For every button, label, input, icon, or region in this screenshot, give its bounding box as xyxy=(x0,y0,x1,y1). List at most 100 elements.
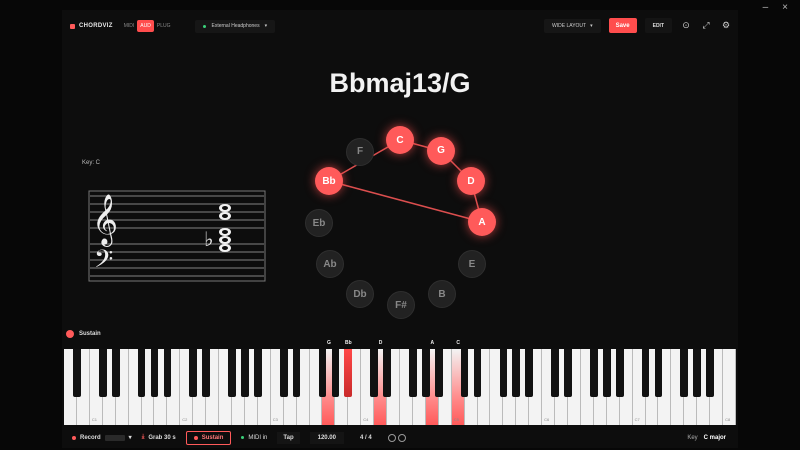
cof-note-fsharp[interactable]: F# xyxy=(387,291,415,319)
bass-clef-icon: 𝄢 xyxy=(94,245,113,280)
bottom-bar: Record ▾ ⤓ Grab 30 s Sustain MIDI in Tap… xyxy=(62,427,738,448)
minimize-button[interactable]: – xyxy=(763,2,769,13)
octave-label: C4 xyxy=(363,417,369,422)
cof-note-b[interactable]: B xyxy=(428,280,456,308)
audio-device-select[interactable]: External Headphones ▾ xyxy=(195,19,276,33)
mode-plug-button[interactable]: PLUG xyxy=(154,20,174,32)
cof-note-db[interactable]: Db xyxy=(346,280,374,308)
black-key[interactable] xyxy=(460,349,469,397)
brand: CHORDVIZ xyxy=(70,23,113,29)
save-button[interactable]: Save xyxy=(608,18,637,33)
black-key[interactable] xyxy=(344,349,353,397)
edit-button[interactable]: EDIT xyxy=(644,18,672,33)
gear-icon[interactable]: ⚙ xyxy=(720,20,732,32)
black-key[interactable] xyxy=(602,349,611,397)
download-icon: ⤓ xyxy=(141,434,145,440)
black-key[interactable] xyxy=(318,349,327,397)
black-key[interactable] xyxy=(292,349,301,397)
fullscreen-icon[interactable]: ⤢ xyxy=(700,20,712,32)
black-key[interactable] xyxy=(615,349,624,397)
black-key[interactable] xyxy=(680,349,689,397)
black-key[interactable] xyxy=(473,349,482,397)
black-key[interactable] xyxy=(189,349,198,397)
cof-note-eb[interactable]: Eb xyxy=(305,209,333,237)
black-key[interactable] xyxy=(589,349,598,397)
cof-note-a[interactable]: A xyxy=(468,208,496,236)
metronome-indicator[interactable] xyxy=(387,433,406,442)
black-key[interactable] xyxy=(525,349,534,397)
octave-label: C3 xyxy=(272,417,278,422)
black-key[interactable] xyxy=(241,349,249,397)
black-key[interactable] xyxy=(499,349,508,397)
cof-note-f[interactable]: F xyxy=(346,137,374,166)
black-key[interactable] xyxy=(383,349,391,397)
black-key[interactable] xyxy=(163,349,172,397)
black-key[interactable] xyxy=(434,349,443,397)
record-target-icon[interactable]: ⊙ xyxy=(680,20,692,32)
octave-label: C5 xyxy=(453,417,459,422)
record-button[interactable]: Record ▾ xyxy=(72,434,132,441)
black-key[interactable] xyxy=(331,349,340,397)
black-key[interactable] xyxy=(98,349,107,397)
sustain-label: Sustain xyxy=(79,331,101,337)
white-key[interactable]: C8 xyxy=(723,349,736,425)
mode-midi-button[interactable]: MIDI xyxy=(121,20,138,32)
black-key[interactable] xyxy=(641,349,650,397)
midi-in-toggle[interactable]: MIDI in xyxy=(241,435,267,441)
black-key[interactable] xyxy=(370,349,379,397)
key-label: Key xyxy=(687,434,698,441)
beat-circle-icon xyxy=(397,433,406,442)
close-button[interactable]: × xyxy=(782,2,788,13)
flat-accidental-icon: ♭ xyxy=(204,227,213,251)
pressed-note-label: G xyxy=(326,340,331,346)
pressed-note-label: A xyxy=(430,340,435,346)
pressed-note-label: Bb xyxy=(344,340,352,346)
black-key[interactable] xyxy=(409,349,417,397)
black-key[interactable] xyxy=(279,349,288,397)
octave-label: C1 xyxy=(91,417,97,422)
beat-circle-icon xyxy=(387,433,396,442)
black-key[interactable] xyxy=(137,349,146,397)
midi-status-icon xyxy=(241,436,245,439)
grand-staff: 𝄞 𝄢 ♭ xyxy=(88,190,266,282)
time-signature[interactable]: 4 / 4 xyxy=(354,432,378,444)
mode-aud-button[interactable]: AUD xyxy=(137,20,154,32)
black-key[interactable] xyxy=(202,349,211,397)
sustain-button-label: Sustain xyxy=(201,434,224,441)
top-bar: CHORDVIZ MIDI AUD PLUG External Headphon… xyxy=(62,14,738,38)
layout-select[interactable]: WIDE LAYOUT ▾ xyxy=(544,18,601,33)
sustain-button[interactable]: Sustain xyxy=(185,430,232,445)
key-display[interactable]: Key C major xyxy=(687,435,726,441)
black-key[interactable] xyxy=(253,349,262,397)
midi-in-label: MIDI in xyxy=(248,434,268,441)
pressed-note-label: C xyxy=(456,340,460,346)
black-key[interactable] xyxy=(693,349,702,397)
black-key[interactable] xyxy=(228,349,236,397)
grab-label: Grab 30 s xyxy=(148,434,176,441)
chord-name: Bbmaj13/G xyxy=(329,68,471,98)
cof-note-d[interactable]: D xyxy=(457,167,485,195)
octave-label: C6 xyxy=(544,417,550,422)
black-key[interactable] xyxy=(564,349,572,397)
bpm-field[interactable]: 120.00 xyxy=(309,431,344,444)
grab-button[interactable]: ⤓ Grab 30 s xyxy=(142,434,176,441)
black-key[interactable] xyxy=(111,349,120,397)
brand-name: CHORDVIZ xyxy=(79,23,113,29)
treble-clef-icon: 𝄞 xyxy=(92,194,118,247)
record-level-meter xyxy=(104,434,125,441)
cof-note-e[interactable]: E xyxy=(458,250,486,278)
piano-keyboard[interactable]: C1 C2 C3 C4 C5 C6 C7 C8 xyxy=(64,349,736,425)
black-key[interactable] xyxy=(706,349,715,397)
black-key[interactable] xyxy=(421,349,430,397)
black-key[interactable] xyxy=(654,349,663,397)
cof-note-c[interactable]: C xyxy=(386,126,414,154)
black-key[interactable] xyxy=(73,349,81,397)
sustain-indicator[interactable]: Sustain xyxy=(66,330,101,338)
black-key[interactable] xyxy=(551,349,559,397)
black-key[interactable] xyxy=(512,349,521,397)
cof-note-ab[interactable]: Ab xyxy=(315,250,344,278)
cof-note-g[interactable]: G xyxy=(427,136,455,165)
black-key[interactable] xyxy=(150,349,159,397)
tap-button[interactable]: Tap xyxy=(277,431,300,444)
cof-note-bb[interactable]: Bb xyxy=(314,167,343,195)
